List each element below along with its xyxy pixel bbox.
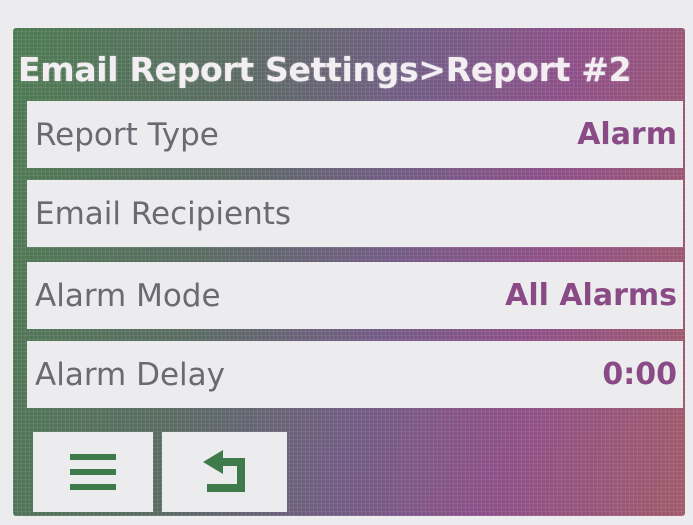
report-type-row[interactable]: Report Type Alarm: [27, 101, 683, 168]
alarm-delay-value: 0:00: [602, 357, 677, 392]
report-type-value: Alarm: [577, 117, 677, 152]
back-button[interactable]: [162, 432, 287, 512]
email-recipients-row[interactable]: Email Recipients: [27, 180, 683, 247]
return-arrow-icon: [202, 450, 245, 492]
alarm-mode-row[interactable]: Alarm Mode All Alarms: [27, 262, 683, 329]
alarm-delay-row[interactable]: Alarm Delay 0:00: [27, 341, 683, 408]
page-title: Email Report Settings>Report #2: [18, 50, 632, 89]
menu-button[interactable]: [33, 432, 153, 512]
email-recipients-label: Email Recipients: [35, 195, 292, 232]
alarm-delay-label: Alarm Delay: [35, 356, 225, 393]
alarm-mode-label: Alarm Mode: [35, 277, 221, 314]
alarm-mode-value: All Alarms: [505, 278, 677, 313]
report-type-label: Report Type: [35, 116, 219, 153]
hamburger-menu-icon: [70, 454, 116, 490]
